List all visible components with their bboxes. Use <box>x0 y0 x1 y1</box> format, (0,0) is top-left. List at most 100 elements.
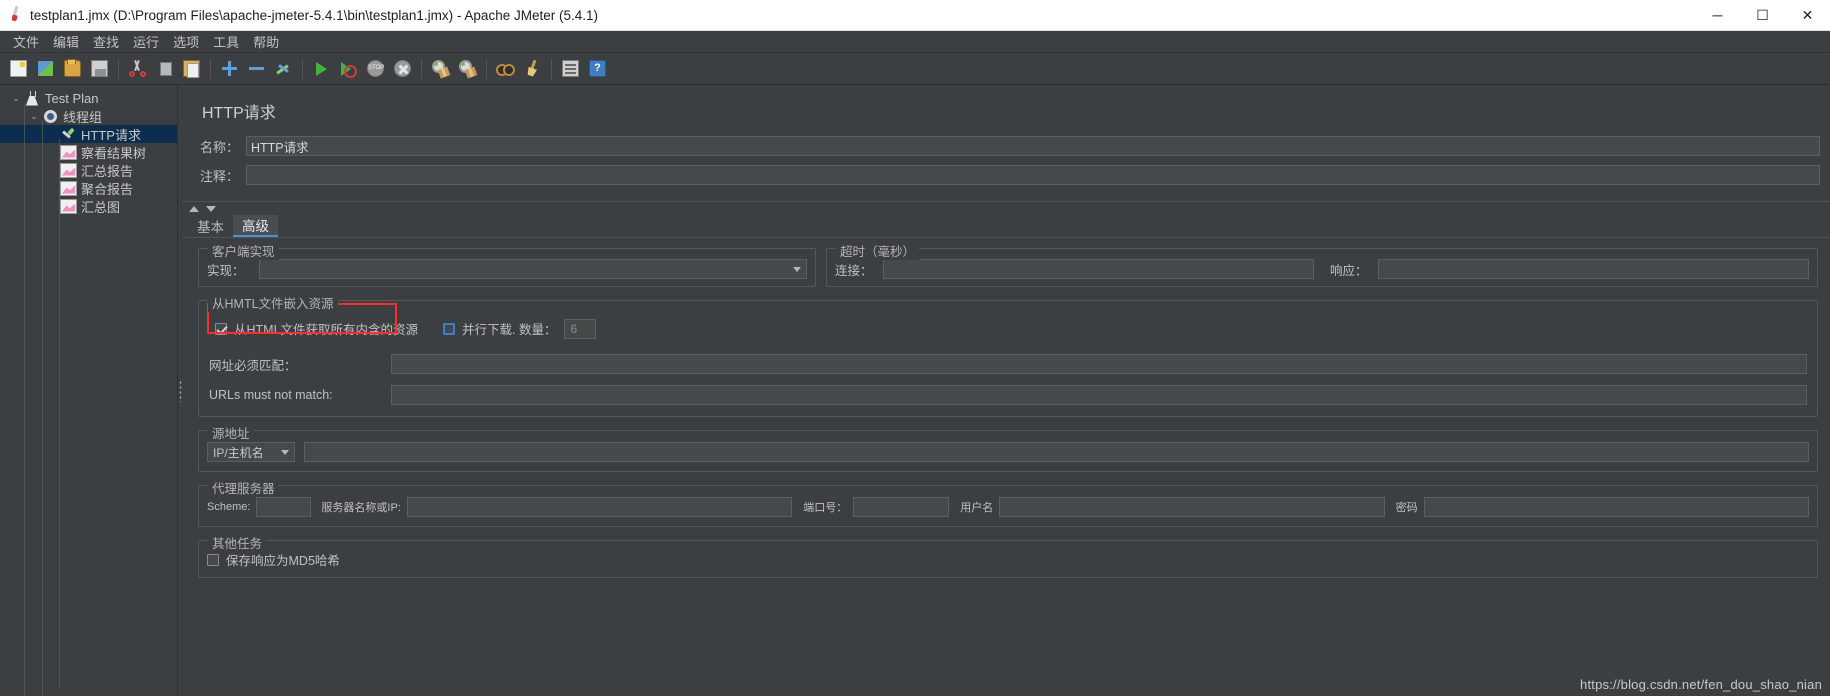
menu-run[interactable]: 运行 <box>126 30 166 53</box>
gear-icon <box>42 109 59 124</box>
play-icon <box>313 60 330 77</box>
tree-node-test-plan[interactable]: ⌄ Test Plan <box>0 89 177 107</box>
page-title: HTTP请求 <box>202 105 276 122</box>
scroll-down-icon[interactable] <box>206 205 216 212</box>
clear-icon <box>432 60 449 77</box>
toggle-icon <box>275 60 292 77</box>
shutdown-button[interactable] <box>390 56 415 82</box>
timeouts-group: 超时（毫秒） 连接： 响应： <box>826 241 1818 287</box>
scroll-up-icon[interactable] <box>189 205 199 212</box>
name-label: 名称： <box>200 139 240 155</box>
tree-node-view-results-tree[interactable]: 察看结果树 <box>0 143 177 161</box>
source-address-type-select[interactable]: IP/主机名 <box>207 442 295 462</box>
copy-button[interactable] <box>152 56 177 82</box>
proxy-password-label: 密码 <box>1395 502 1418 514</box>
implementation-row: 实现： <box>207 259 807 279</box>
function-helper-button[interactable] <box>558 56 583 82</box>
embedded-resources-group: 从HMTL文件嵌入资源 从HTML文件获取所有内含的资源 并行下载. 数量： 6 <box>198 293 1818 417</box>
jmeter-window: testplan1.jmx (D:\Program Files\apache-j… <box>0 0 1830 696</box>
name-input[interactable]: HTTP请求 <box>246 136 1820 156</box>
advanced-tab-content: 客户端实现 实现： 超时（毫秒） 连接： 响应： 从HMTL文件嵌入资源 从HT… <box>182 238 1830 696</box>
name-row: 名称： HTTP请求 <box>200 136 1820 156</box>
shutdown-icon <box>394 60 411 77</box>
tree-node-summary-report[interactable]: 汇总报告 <box>0 161 177 179</box>
toggle-button[interactable] <box>271 56 296 82</box>
md5-hash-checkbox[interactable] <box>207 553 219 566</box>
app-icon <box>0 6 30 25</box>
proxy-host-input[interactable] <box>406 497 793 517</box>
parallel-download-count-input[interactable]: 6 <box>564 318 597 339</box>
embedded-resources-title: 从HMTL文件嵌入资源 <box>208 293 338 312</box>
main-body: ⌄ Test Plan ⌄ 线程组 HTTP请求 察看结果树 汇总报告 聚合报告… <box>0 85 1830 696</box>
tab-basic[interactable]: 基本 <box>188 215 233 237</box>
test-plan-tree[interactable]: ⌄ Test Plan ⌄ 线程组 HTTP请求 察看结果树 汇总报告 聚合报告… <box>0 85 177 696</box>
tab-bar: 基本 高级 <box>182 215 1830 238</box>
proxy-server-title: 代理服务器 <box>208 478 279 497</box>
proxy-host-label: 服务器名称或IP: <box>321 502 401 514</box>
clear-all-button[interactable] <box>455 56 480 82</box>
menu-search[interactable]: 查找 <box>86 30 126 53</box>
tree-node-aggregate-report[interactable]: 聚合报告 <box>0 179 177 197</box>
tab-scroll-controls <box>182 202 1830 215</box>
toolbar-separator <box>302 58 303 79</box>
menu-tools[interactable]: 工具 <box>206 30 246 53</box>
start-no-pauses-button[interactable] <box>336 56 361 82</box>
search-button[interactable] <box>493 56 518 82</box>
connect-timeout-input[interactable] <box>883 259 1314 279</box>
source-address-input[interactable] <box>304 442 1809 462</box>
menu-file[interactable]: 文件 <box>6 30 46 53</box>
stop-button[interactable]: STOP <box>363 56 388 82</box>
toolbar-separator <box>210 58 211 79</box>
proxy-port-input[interactable] <box>853 497 950 517</box>
url-must-match-label: 网址必须匹配： <box>209 358 297 373</box>
new-button[interactable] <box>6 56 31 82</box>
tree-node-aggregate-graph[interactable]: 汇总图 <box>0 197 177 215</box>
parallel-download-checkbox[interactable] <box>443 322 456 335</box>
chart-icon <box>60 198 77 214</box>
retrieve-resources-checkbox[interactable] <box>215 322 227 335</box>
expand-all-button[interactable] <box>217 56 242 82</box>
menu-help[interactable]: 帮助 <box>246 30 286 53</box>
implementation-label: 实现： <box>207 263 245 278</box>
source-address-title: 源地址 <box>208 423 254 442</box>
proxy-username-input[interactable] <box>999 497 1385 517</box>
toolbar: STOP ? <box>0 53 1830 85</box>
open-button[interactable] <box>60 56 85 82</box>
collapse-all-button[interactable] <box>244 56 269 82</box>
comment-row: 注释： <box>200 165 1820 185</box>
expand-toggle-icon[interactable]: ⌄ <box>8 93 24 104</box>
close-button[interactable]: ✕ <box>1785 0 1830 31</box>
tree-node-http-request[interactable]: HTTP请求 <box>0 125 177 143</box>
paste-button[interactable] <box>179 56 204 82</box>
tab-advanced[interactable]: 高级 <box>233 215 278 237</box>
menu-edit[interactable]: 编辑 <box>46 30 86 53</box>
watermark-text: https://blog.csdn.net/fen_dou_shao_nian <box>1580 677 1822 692</box>
menu-options[interactable]: 选项 <box>166 30 206 53</box>
reset-search-button[interactable] <box>520 56 545 82</box>
start-button[interactable] <box>309 56 334 82</box>
toolbar-separator <box>118 58 119 79</box>
comment-input[interactable] <box>246 165 1820 185</box>
retrieve-resources-label: 从HTML文件获取所有内含的资源 <box>234 323 419 337</box>
flask-icon <box>24 90 41 106</box>
maximize-button[interactable]: ☐ <box>1740 0 1785 31</box>
proxy-password-input[interactable] <box>1423 497 1809 517</box>
save-button[interactable] <box>87 56 112 82</box>
cut-button[interactable] <box>125 56 150 82</box>
help-button[interactable]: ? <box>585 56 610 82</box>
expand-toggle-icon[interactable]: ⌄ <box>26 111 42 122</box>
url-must-not-match-input[interactable] <box>391 385 1807 405</box>
tree-node-label: 汇总图 <box>81 199 121 215</box>
minimize-button[interactable]: ─ <box>1695 0 1740 31</box>
tree-node-thread-group[interactable]: ⌄ 线程组 <box>0 107 177 125</box>
scheme-input[interactable] <box>256 497 312 517</box>
clear-button[interactable] <box>428 56 453 82</box>
templates-button[interactable] <box>33 56 58 82</box>
tree-node-label: HTTP请求 <box>81 127 141 143</box>
response-timeout-input[interactable] <box>1378 259 1809 279</box>
url-must-match-input[interactable] <box>391 354 1807 374</box>
templates-icon <box>37 60 54 77</box>
minus-icon <box>248 60 265 77</box>
tree-node-label: Test Plan <box>45 90 99 106</box>
implementation-select[interactable] <box>259 259 807 279</box>
